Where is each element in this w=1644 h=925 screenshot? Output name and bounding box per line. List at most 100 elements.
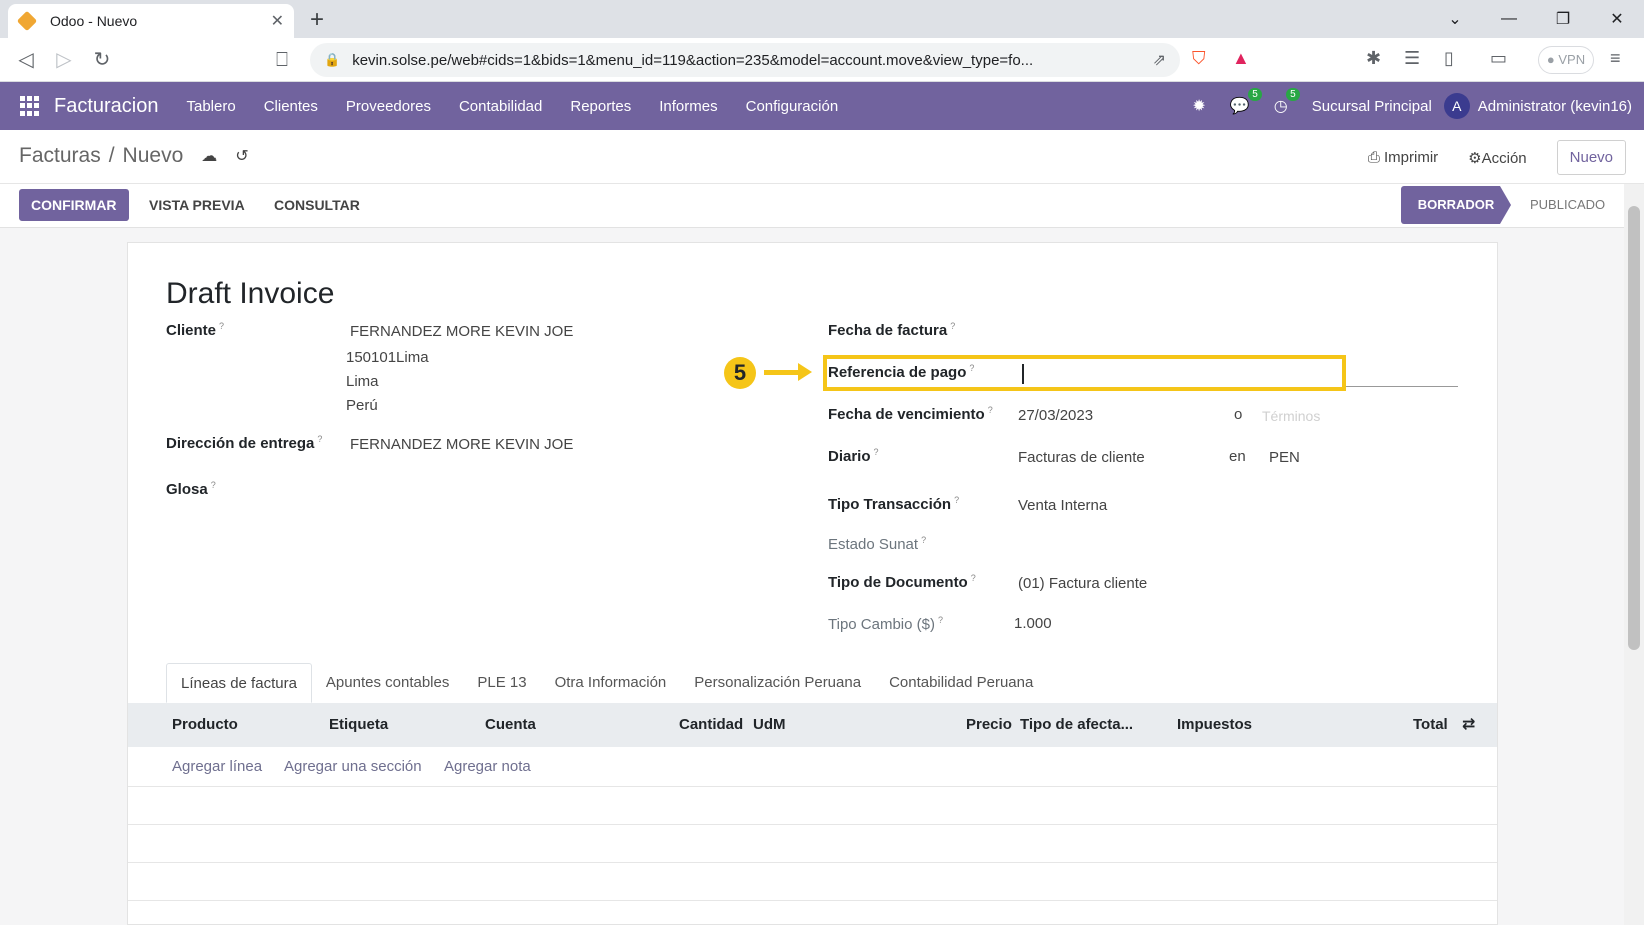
referencia-label: Referencia de pago? (828, 363, 974, 381)
brave-shield-icon[interactable]: ⛉ (1192, 48, 1206, 69)
stage-borrador: BORRADOR (1401, 186, 1511, 224)
add-note-link[interactable]: Agregar nota (444, 747, 531, 787)
tab-search-icon[interactable]: ⌄ (1428, 9, 1482, 29)
tab-lineas-factura[interactable]: Líneas de factura (166, 663, 312, 703)
back-icon[interactable]: ◁ (12, 46, 40, 74)
diario-select[interactable]: Facturas de cliente (1018, 449, 1145, 466)
menu-clientes[interactable]: Clientes (264, 98, 318, 115)
activities-badge: 5 (1286, 88, 1300, 101)
add-section-link[interactable]: Agregar una sección (284, 747, 422, 787)
activities-clock-icon[interactable]: ◷ 5 (1274, 88, 1300, 116)
print-button[interactable]: ⎙ Imprimir (1368, 149, 1438, 166)
debug-bug-icon[interactable]: ✹ (1192, 96, 1205, 116)
help-tooltip-icon[interactable]: ? (950, 321, 955, 331)
tipo-transaccion-select[interactable]: Venta Interna (1018, 497, 1107, 514)
minimize-icon[interactable]: — (1482, 10, 1536, 28)
vencimiento-date-input[interactable]: 27/03/2023 (1018, 407, 1093, 424)
bookmark-icon[interactable]: ⎕ (268, 46, 296, 74)
discard-undo-icon[interactable]: ↺ (235, 146, 248, 166)
help-tooltip-icon[interactable]: ? (938, 615, 943, 625)
odoo-navbar: Facturacion Tablero Clientes Proveedores… (0, 82, 1644, 130)
col-producto[interactable]: Producto (172, 703, 238, 747)
forward-icon[interactable]: ▷ (50, 46, 78, 74)
wallet-icon[interactable]: ▭ (1490, 48, 1507, 69)
help-tooltip-icon[interactable]: ? (969, 363, 974, 373)
new-button[interactable]: Nuevo (1556, 140, 1626, 175)
col-udm[interactable]: UdM (753, 703, 786, 747)
menu-configuracion[interactable]: Configuración (746, 98, 839, 115)
menu-tablero[interactable]: Tablero (187, 98, 236, 115)
close-tab-icon[interactable]: ✕ (271, 11, 284, 31)
confirm-button[interactable]: CONFIRMAR (19, 189, 129, 221)
help-tooltip-icon[interactable]: ? (219, 321, 224, 331)
help-tooltip-icon[interactable]: ? (988, 405, 993, 415)
tab-otra-informacion[interactable]: Otra Información (541, 663, 681, 703)
odoo-favicon-icon (16, 10, 38, 32)
col-etiqueta[interactable]: Etiqueta (329, 703, 388, 747)
col-cuenta[interactable]: Cuenta (485, 703, 536, 747)
browser-menu-icon[interactable]: ≡ (1610, 48, 1621, 69)
extensions-icon[interactable]: ✱ (1366, 48, 1381, 69)
terminos-input[interactable]: Términos (1262, 408, 1320, 424)
col-cantidad[interactable]: Cantidad (679, 703, 743, 747)
share-icon[interactable]: ⇗ (1153, 50, 1166, 70)
preview-button[interactable]: VISTA PREVIA (149, 189, 245, 221)
tipo-documento-select[interactable]: (01) Factura cliente (1018, 575, 1147, 592)
url-text[interactable]: kevin.solse.pe/web#cids=1&bids=1&menu_id… (352, 52, 1152, 69)
browser-tab-bar: Odoo - Nuevo ✕ + ⌄ — ❐ ✕ (0, 0, 1644, 38)
menu-reportes[interactable]: Reportes (570, 98, 631, 115)
entrega-value[interactable]: FERNANDEZ MORE KEVIN JOE (350, 436, 573, 453)
help-tooltip-icon[interactable]: ? (971, 573, 976, 583)
breadcrumb-facturas[interactable]: Facturas (19, 144, 101, 168)
tab-ple-13[interactable]: PLE 13 (463, 663, 540, 703)
app-brand[interactable]: Facturacion (54, 95, 159, 118)
user-avatar[interactable]: A (1443, 93, 1470, 119)
cliente-name[interactable]: FERNANDEZ MORE KEVIN JOE (350, 323, 573, 340)
menu-contabilidad[interactable]: Contabilidad (459, 98, 542, 115)
close-window-icon[interactable]: ✕ (1590, 9, 1644, 29)
col-precio[interactable]: Precio (966, 703, 1012, 747)
stage-publicado[interactable]: PUBLICADO (1530, 186, 1605, 224)
help-tooltip-icon[interactable]: ? (874, 447, 879, 457)
help-tooltip-icon[interactable]: ? (921, 535, 926, 545)
tab-contabilidad-peruana[interactable]: Contabilidad Peruana (875, 663, 1047, 703)
referencia-input-caret[interactable] (1022, 364, 1024, 384)
breadcrumb: Facturas / Nuevo ☁ ↺ (19, 144, 249, 168)
reload-icon[interactable]: ↻ (88, 46, 116, 74)
currency-select[interactable]: PEN (1269, 449, 1300, 466)
action-button[interactable]: ⚙Acción (1468, 149, 1526, 167)
step-number-badge: 5 (724, 357, 756, 389)
tab-apuntes-contables[interactable]: Apuntes contables (312, 663, 463, 703)
vpn-button[interactable]: ● VPN (1538, 46, 1594, 74)
save-cloud-icon[interactable]: ☁ (201, 146, 217, 166)
new-tab-icon[interactable]: + (310, 6, 324, 34)
restore-icon[interactable]: ❐ (1536, 9, 1590, 29)
help-tooltip-icon[interactable]: ? (211, 480, 216, 490)
col-impuestos[interactable]: Impuestos (1177, 703, 1252, 747)
col-tipo-afectacion[interactable]: Tipo de afecta... (1020, 703, 1133, 747)
sidebar-icon[interactable]: ▯ (1444, 48, 1454, 69)
add-line-link[interactable]: Agregar línea (172, 747, 262, 787)
cliente-label-text: Cliente (166, 322, 217, 339)
browser-tab[interactable]: Odoo - Nuevo ✕ (8, 4, 294, 38)
brave-rewards-icon[interactable]: ▲ (1232, 48, 1250, 69)
help-tooltip-icon[interactable]: ? (954, 495, 959, 505)
help-tooltip-icon[interactable]: ? (317, 434, 322, 444)
consult-button[interactable]: CONSULTAR (274, 189, 360, 221)
referencia-input-underline[interactable] (1346, 386, 1458, 387)
menu-proveedores[interactable]: Proveedores (346, 98, 431, 115)
user-menu[interactable]: Administrator (kevin16) (1478, 98, 1632, 115)
optional-columns-toggle-icon[interactable]: ⇄ (1462, 703, 1475, 747)
tab-personalizacion-peruana[interactable]: Personalización Peruana (680, 663, 875, 703)
invoice-lines-header: Producto Etiqueta Cuenta Cantidad UdM Pr… (128, 703, 1497, 747)
playlist-icon[interactable]: ☰ (1404, 48, 1420, 69)
diario-label-text: Diario (828, 448, 871, 465)
messages-icon[interactable]: 💬 5 (1230, 88, 1262, 116)
branch-selector[interactable]: Sucursal Principal (1312, 98, 1432, 115)
address-bar[interactable]: 🔒 kevin.solse.pe/web#cids=1&bids=1&menu_… (310, 43, 1180, 77)
scrollbar-thumb[interactable] (1628, 206, 1640, 650)
apps-menu-icon[interactable] (20, 96, 40, 116)
col-total[interactable]: Total (1413, 703, 1448, 747)
invoice-form-sheet: Draft Invoice Cliente? FERNANDEZ MORE KE… (127, 242, 1498, 925)
menu-informes[interactable]: Informes (659, 98, 717, 115)
